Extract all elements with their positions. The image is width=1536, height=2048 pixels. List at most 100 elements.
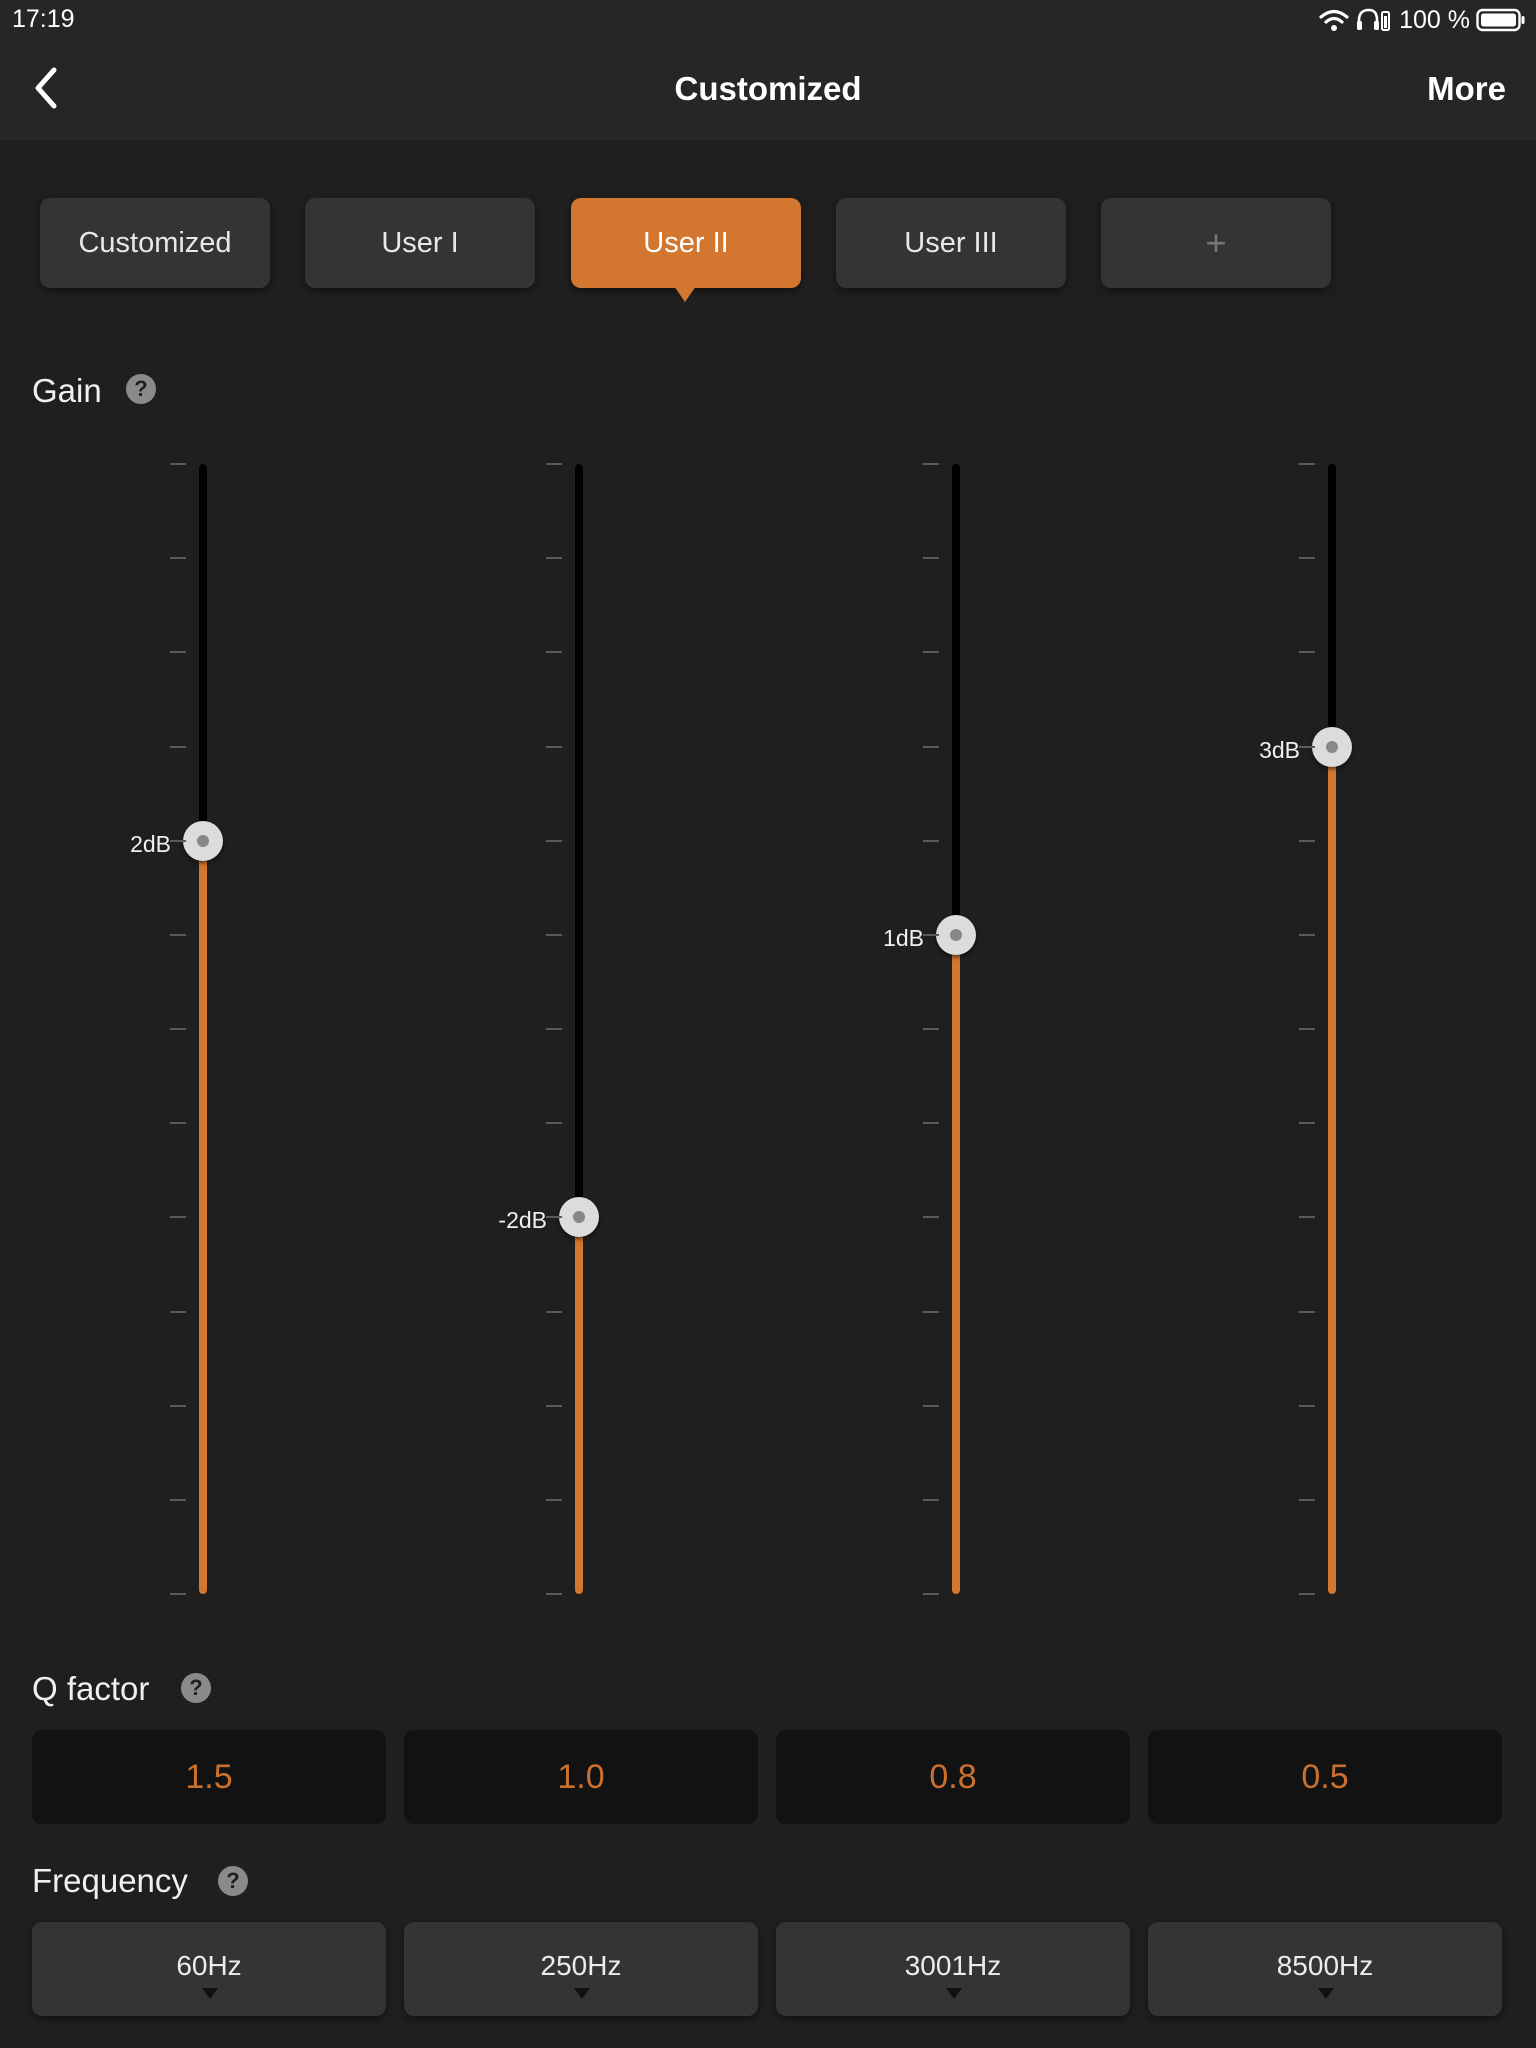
more-button[interactable]: More (1427, 70, 1506, 108)
slider-tick-mark (546, 1310, 562, 1313)
slider-knob[interactable] (936, 914, 976, 955)
frequency-select-3[interactable]: 3001Hz (776, 1922, 1130, 2016)
slider-tick-mark (170, 1498, 186, 1501)
slider-track (952, 464, 960, 935)
slider-track (1328, 464, 1336, 747)
slider-tick-mark (1299, 745, 1315, 748)
slider-tick-mark (923, 557, 939, 560)
q-factor-help-icon[interactable]: ? (181, 1673, 211, 1703)
slider-knob[interactable] (559, 1197, 599, 1238)
slider-tick-mark (170, 557, 186, 560)
add-preset-button[interactable]: + (1101, 198, 1331, 288)
caret-down-icon (574, 1988, 590, 1999)
frequency-value: 60Hz (176, 1950, 242, 1981)
slider-tick-mark (1299, 1498, 1315, 1501)
q-factor-field-1[interactable]: 1.5 (32, 1730, 386, 1824)
gain-value-label: 2dB (130, 830, 171, 857)
status-icons: 100 % (1319, 4, 1526, 36)
slider-tick-mark (546, 1404, 562, 1407)
slider-tick-mark (923, 839, 939, 842)
gain-value-label: 3dB (1259, 736, 1300, 763)
preset-tab-user-1[interactable]: User I (305, 198, 535, 288)
q-factor-field-2[interactable]: 1.0 (404, 1730, 758, 1824)
frequency-value: 250Hz (540, 1950, 622, 1981)
battery-icon (1476, 8, 1526, 32)
knob-dot (573, 1211, 585, 1224)
preset-tab-user-3[interactable]: User III (836, 198, 1066, 288)
slider-fill (952, 934, 960, 1594)
headphones-icon (1355, 7, 1391, 33)
slider-tick-mark (1299, 1310, 1315, 1313)
slider-tick-mark (923, 933, 939, 936)
battery-percent: 100 % (1399, 5, 1470, 34)
gain-sliders: 2dB -2dB 1dB 3dB (0, 440, 1536, 1620)
back-button[interactable] (18, 62, 74, 118)
frequency-select-4[interactable]: 8500Hz (1148, 1922, 1502, 2016)
frequency-help-icon[interactable]: ? (218, 1866, 248, 1896)
knob-dot (950, 928, 962, 941)
slider-tick-mark (546, 1216, 562, 1219)
q-factor-field-4[interactable]: 0.5 (1148, 1730, 1502, 1824)
slider-tick-mark (170, 933, 186, 936)
slider-tick-mark (1299, 1593, 1315, 1595)
slider-tick-mark (1299, 1122, 1315, 1125)
gain-value-label: -2dB (498, 1207, 547, 1234)
slider-tick-mark (1299, 1216, 1315, 1219)
slider-tick-mark (546, 1028, 562, 1030)
frequency-select-1[interactable]: 60Hz (32, 1922, 386, 2016)
slider-tick-mark (1299, 933, 1315, 936)
slider-tick-mark (1299, 839, 1315, 842)
knob-dot (197, 834, 209, 847)
knob-dot (1326, 740, 1338, 753)
slider-tick-mark (546, 463, 562, 465)
gain-help-icon[interactable]: ? (126, 374, 156, 404)
slider-tick-mark (923, 1216, 939, 1219)
slider-tick-mark (170, 463, 186, 465)
slider-tick-mark (546, 1498, 562, 1501)
chevron-left-icon (32, 66, 60, 115)
slider-tick-mark (546, 1593, 562, 1595)
slider-tick-mark (170, 1404, 186, 1407)
slider-tick-mark (923, 463, 939, 465)
slider-tick-mark (546, 745, 562, 748)
preset-tab-customized[interactable]: Customized (40, 198, 270, 288)
slider-track (199, 464, 207, 841)
slider-tick-mark (170, 651, 186, 654)
q-factor-field-3[interactable]: 0.8 (776, 1730, 1130, 1824)
caret-down-icon (946, 1988, 962, 1999)
slider-knob[interactable] (183, 820, 223, 861)
slider-tick-mark (170, 745, 186, 748)
slider-knob[interactable] (1312, 726, 1352, 767)
slider-tick-mark (546, 1122, 562, 1125)
caret-down-icon (202, 1988, 218, 1999)
slider-tick-mark (170, 1310, 186, 1313)
slider-tick-mark (1299, 1404, 1315, 1407)
slider-tick-mark (923, 745, 939, 748)
preset-tab-user-2[interactable]: User II (571, 198, 801, 288)
frequency-select-2[interactable]: 250Hz (404, 1922, 758, 2016)
slider-track (575, 464, 583, 1218)
slider-tick-mark (170, 1216, 186, 1219)
slider-tick-mark (1299, 557, 1315, 560)
slider-tick-mark (923, 1404, 939, 1407)
slider-tick-mark (546, 651, 562, 654)
slider-tick-mark (170, 839, 186, 842)
slider-tick-mark (170, 1593, 186, 1595)
slider-tick-mark (923, 1593, 939, 1595)
slider-tick-mark (1299, 1028, 1315, 1030)
slider-tick-mark (923, 1028, 939, 1030)
slider-fill (199, 840, 207, 1594)
slider-tick-mark (546, 557, 562, 560)
slider-fill (1328, 746, 1336, 1594)
frequency-label: Frequency (32, 1862, 188, 1899)
page-title: Customized (674, 70, 862, 107)
slider-tick-mark (1299, 463, 1315, 465)
wifi-icon (1319, 8, 1349, 32)
slider-tick-mark (546, 933, 562, 936)
slider-tick-mark (923, 1498, 939, 1501)
slider-tick-mark (170, 1028, 186, 1030)
frequency-value: 8500Hz (1276, 1950, 1374, 1981)
gain-value-label: 1dB (883, 924, 924, 951)
caret-down-icon (1318, 1988, 1334, 1999)
q-factor-label: Q factor (32, 1670, 150, 1707)
